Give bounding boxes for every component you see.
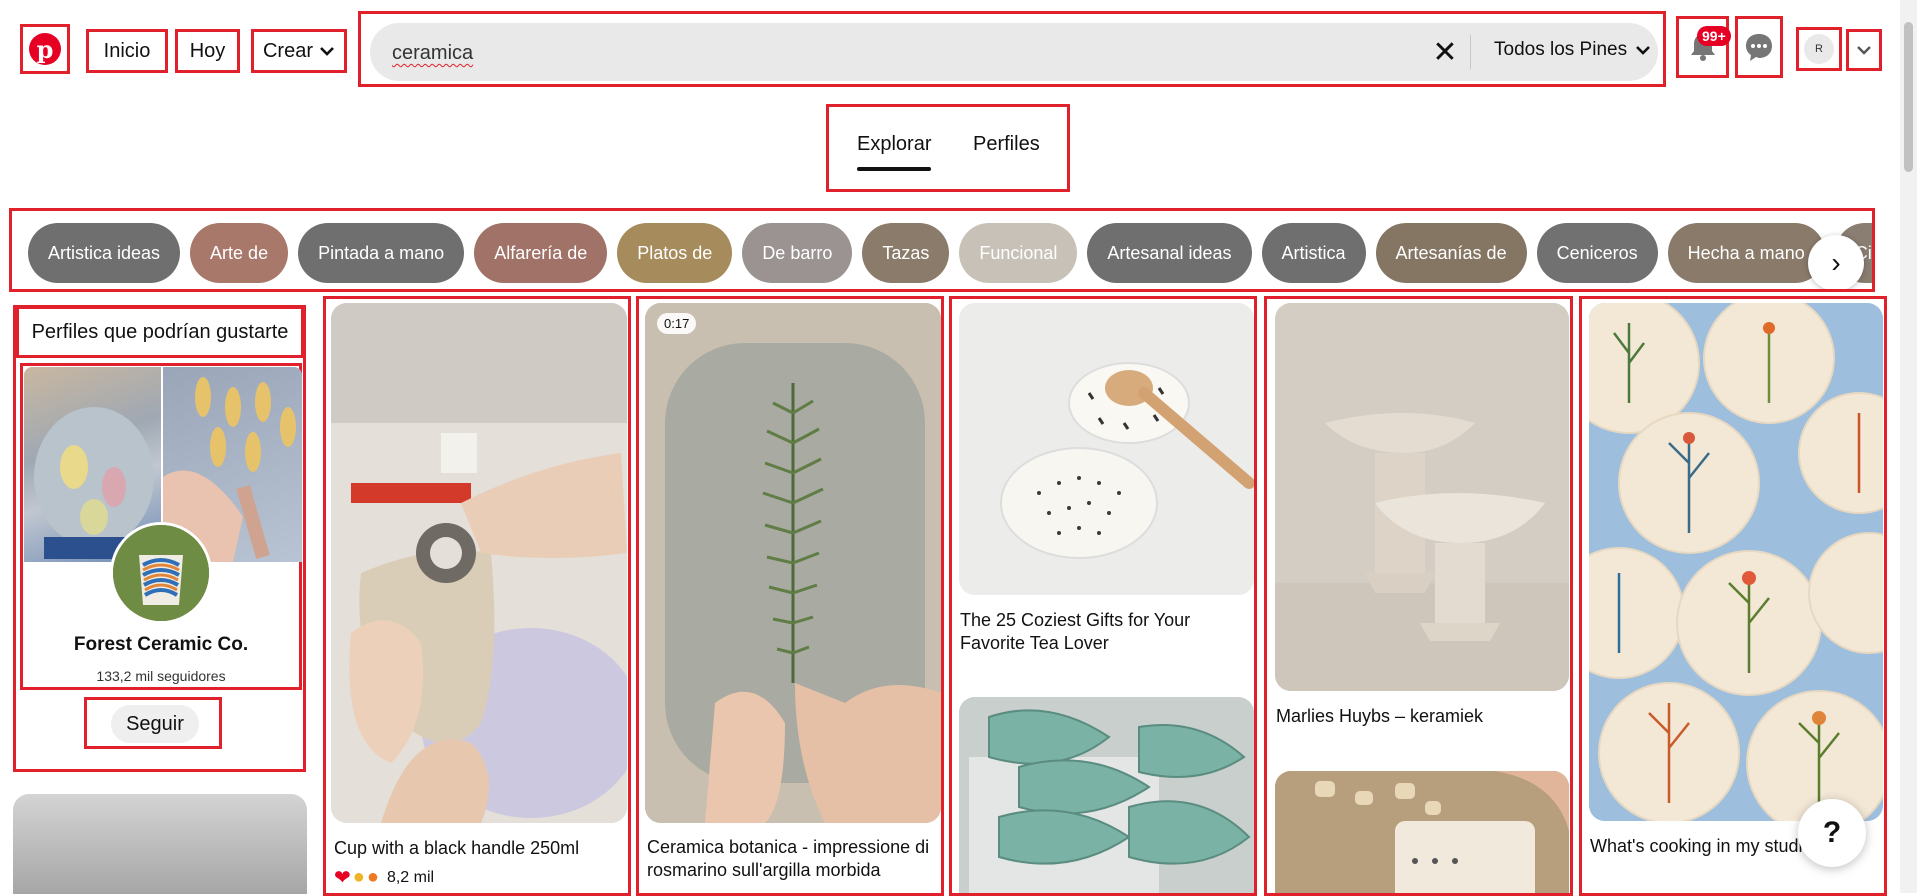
- pin-video-thumbnail: [645, 303, 941, 823]
- related-search-chip[interactable]: Alfarería de: [474, 223, 608, 283]
- profile-followers: 133,2 mil seguidores: [96, 668, 226, 684]
- search-input[interactable]: ceramica: [392, 42, 473, 65]
- related-search-chip[interactable]: Artesanal ideas: [1087, 223, 1252, 283]
- notifications-button[interactable]: 99+: [1676, 16, 1731, 78]
- related-search-chip[interactable]: Hecha a mano: [1667, 223, 1825, 283]
- pinterest-logo[interactable]: p: [20, 24, 70, 74]
- pin-card-3[interactable]: The 25 Coziest Gifts for Your Favorite T…: [949, 296, 1257, 896]
- avatar: R: [1804, 34, 1834, 64]
- pin-image-clay-pieces: [1275, 771, 1569, 893]
- related-search-chip[interactable]: Tazas: [862, 223, 950, 283]
- clear-search-icon[interactable]: ✕: [1426, 33, 1464, 71]
- related-search-chip[interactable]: Funcional: [959, 223, 1078, 283]
- related-search-chip[interactable]: Arte de: [190, 223, 289, 283]
- related-search-chip[interactable]: Ceniceros: [1536, 223, 1658, 283]
- pin-image-placeholder[interactable]: [13, 794, 307, 894]
- pin-image-leaf-dishes: [959, 697, 1254, 893]
- chat-bubble-icon: [1746, 34, 1772, 61]
- pin-image: [959, 303, 1254, 595]
- video-duration: 0:17: [657, 313, 697, 334]
- chevron-down-icon: [1857, 46, 1871, 55]
- related-search-chip[interactable]: Platos de: [617, 223, 733, 283]
- chevron-right-icon[interactable]: ›: [1808, 235, 1864, 289]
- result-tabs: Explorar Perfiles: [826, 104, 1070, 192]
- reaction-count: 8,2 mil: [386, 868, 435, 886]
- profile-name[interactable]: Forest Ceramic Co.: [23, 634, 299, 656]
- follow-button[interactable]: Seguir: [111, 705, 199, 743]
- search-divider: [1470, 35, 1471, 69]
- nav-home-button[interactable]: Inicio: [86, 29, 168, 73]
- pin-image: [1275, 303, 1569, 691]
- pin-filter-dropdown[interactable]: Todos los Pines: [1494, 39, 1651, 61]
- active-tab-indicator: [857, 167, 931, 171]
- notification-badge: 99+: [1697, 26, 1731, 46]
- pin-card-1[interactable]: Cup with a black handle 250ml ❤ ● ● 8,2 …: [323, 296, 631, 896]
- wow-emoji-icon: ●: [352, 866, 365, 888]
- related-search-chip[interactable]: Artistica ideas: [28, 223, 181, 283]
- pin-filter-label: Todos los Pines: [1494, 39, 1628, 60]
- profile-avatar: [110, 522, 212, 624]
- related-searches-bar: Artistica ideas Arte de Pintada a mano Alfa…: [9, 208, 1875, 292]
- nav-create-button[interactable]: Crear: [251, 29, 347, 73]
- pin-title[interactable]: Cup with a black handle 250ml: [334, 837, 624, 860]
- chevron-down-icon: [1636, 46, 1650, 55]
- profile-avatar-button[interactable]: R: [1796, 27, 1842, 71]
- heart-eyes-emoji-icon: ❤: [334, 867, 351, 889]
- surprised-emoji-icon: ●: [366, 866, 379, 888]
- tab-profiles[interactable]: Perfiles: [973, 133, 1040, 156]
- pin-title[interactable]: The 25 Coziest Gifts for Your Favorite T…: [960, 609, 1250, 655]
- page-scrollbar[interactable]: [1900, 0, 1917, 893]
- profiles-section-title: Perfiles que podrían gustarte: [16, 306, 304, 358]
- chevron-down-icon: [320, 47, 334, 56]
- follow-button-wrapper: Seguir: [84, 697, 222, 749]
- pin-card-4[interactable]: Marlies Huybs – keramiek: [1264, 296, 1573, 896]
- pin-reactions: ❤ ● ● 8,2 mil: [334, 865, 434, 890]
- pin-card-2[interactable]: 0:17 Ceramica botanica - impressione di …: [636, 296, 944, 896]
- pinterest-logo-icon: p: [29, 33, 61, 65]
- related-search-chip[interactable]: Artesanías de: [1375, 223, 1527, 283]
- search-bar[interactable]: ceramica ✕ Todos los Pines: [358, 11, 1666, 87]
- related-search-chip[interactable]: Artistica: [1261, 223, 1366, 283]
- profile-card[interactable]: Forest Ceramic Co. 133,2 mil seguidores: [20, 363, 302, 690]
- pin-image: [331, 303, 627, 823]
- related-search-chip[interactable]: De barro: [742, 223, 853, 283]
- account-menu-button[interactable]: [1846, 29, 1882, 71]
- help-button[interactable]: ?: [1798, 799, 1866, 867]
- create-label: Crear: [262, 39, 313, 62]
- pin-title[interactable]: Marlies Huybs – keramiek: [1276, 705, 1566, 728]
- tab-explore[interactable]: Explorar: [857, 133, 931, 156]
- nav-today-button[interactable]: Hoy: [175, 29, 240, 73]
- messages-button[interactable]: [1735, 16, 1783, 78]
- related-search-chip[interactable]: Pintada a mano: [298, 223, 465, 283]
- scrollbar-thumb[interactable]: [1904, 22, 1913, 172]
- pin-image: [1589, 303, 1883, 821]
- pin-title[interactable]: Ceramica botanica - impressione di rosma…: [647, 836, 939, 882]
